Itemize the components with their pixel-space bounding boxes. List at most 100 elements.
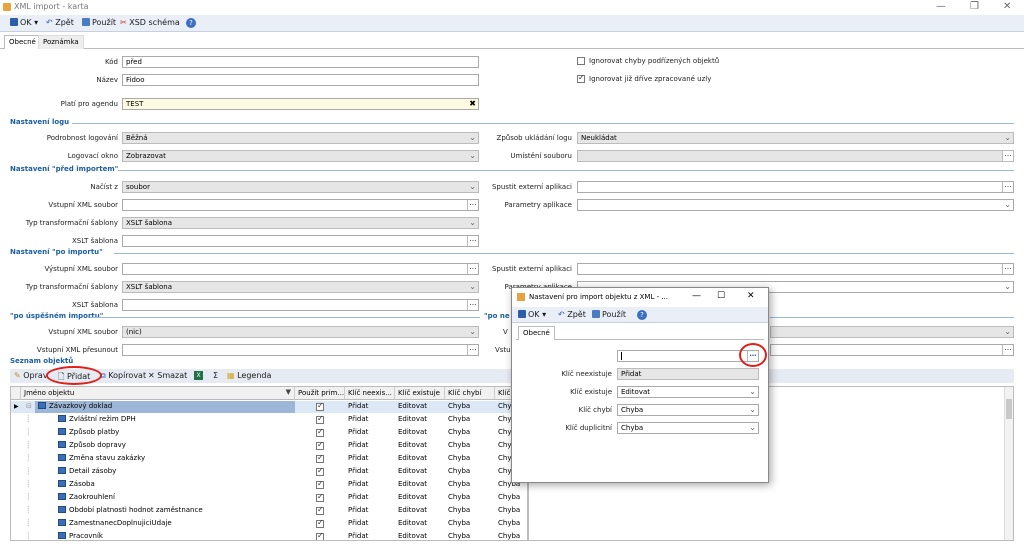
xslt-field[interactable]: … bbox=[122, 235, 479, 247]
ex-cell[interactable]: Editovat bbox=[395, 531, 445, 540]
col-header-ex[interactable]: Klíč existuje bbox=[395, 387, 445, 400]
browse-icon[interactable]: … bbox=[467, 264, 478, 274]
neex-cell[interactable]: Přidat bbox=[345, 466, 395, 478]
nacist-select[interactable]: soubor ⌄ bbox=[122, 181, 479, 193]
dup-cell[interactable]: Chyba bbox=[495, 531, 527, 540]
scroll-thumb[interactable] bbox=[1006, 399, 1012, 419]
okno-select[interactable]: Zobrazovat ⌄ bbox=[122, 150, 479, 162]
chybi-cell[interactable]: Chyba bbox=[445, 479, 495, 491]
chybi-cell[interactable]: Chyba bbox=[445, 401, 495, 413]
presunout-field[interactable]: … bbox=[122, 344, 479, 356]
chybi-cell[interactable]: Chyba bbox=[445, 518, 495, 530]
table-row[interactable]: ┊PracovníkPřidatEditovatChybaChyba bbox=[11, 531, 527, 540]
typ-select[interactable]: XSLT šablona ⌄ bbox=[122, 217, 479, 229]
dup-cell[interactable]: Chyba bbox=[495, 492, 527, 504]
uspesny-vstupni-select[interactable]: (nic) ⌄ bbox=[122, 326, 479, 338]
chybi-select[interactable]: Chyba ⌄ bbox=[617, 404, 759, 416]
table-row[interactable]: ┊Způsob platbyPřidatEditovatChybaChyba bbox=[11, 427, 527, 439]
ex-cell[interactable]: Editovat bbox=[395, 518, 445, 530]
objekt-field[interactable]: … bbox=[617, 350, 759, 362]
ex-cell[interactable]: Editovat bbox=[395, 414, 445, 426]
neex-field[interactable]: Přidat bbox=[617, 368, 759, 380]
ex-cell[interactable]: Editovat bbox=[395, 492, 445, 504]
podrobnost-select[interactable]: Běžná ⌄ bbox=[122, 132, 479, 144]
object-name-cell[interactable]: Způsob dopravy bbox=[55, 440, 295, 452]
filter-icon[interactable]: ▼ bbox=[286, 388, 291, 396]
vstupni-field[interactable]: … bbox=[122, 199, 479, 211]
po-xslt-field[interactable]: … bbox=[122, 299, 479, 311]
use-checkbox-cell[interactable] bbox=[295, 479, 345, 491]
dup-cell[interactable]: Chyba bbox=[495, 505, 527, 517]
use-checkbox[interactable] bbox=[316, 453, 324, 463]
nazev-field[interactable]: Fidoo bbox=[122, 74, 479, 86]
use-checkbox-cell[interactable] bbox=[295, 492, 345, 504]
chybi-cell[interactable]: Chyba bbox=[445, 466, 495, 478]
sum-button[interactable]: Σ bbox=[213, 371, 218, 380]
browse-icon[interactable]: … bbox=[467, 236, 478, 246]
col-header-pouzit[interactable]: Použít prim... bbox=[295, 387, 345, 400]
ex-cell[interactable]: Editovat bbox=[395, 440, 445, 452]
excel-icon[interactable]: X bbox=[194, 371, 203, 380]
table-row[interactable]: ┊ZaokrouhleníPřidatEditovatChybaChyba bbox=[11, 492, 527, 504]
ok-button[interactable]: OK ▾ bbox=[10, 18, 38, 27]
vystupni-field[interactable]: … bbox=[122, 263, 479, 275]
neuspesny-field[interactable]: … bbox=[770, 344, 1014, 356]
browse-icon[interactable]: … bbox=[467, 300, 478, 310]
help-icon[interactable]: ? bbox=[186, 18, 196, 28]
legenda-button[interactable]: ▦ Legenda bbox=[227, 371, 271, 380]
use-checkbox[interactable] bbox=[316, 427, 324, 437]
object-name-cell[interactable]: Pracovník bbox=[55, 531, 295, 540]
umisteni-field[interactable]: … bbox=[577, 150, 1014, 162]
smazat-button[interactable]: ✕ Smazat bbox=[148, 371, 187, 380]
dialog-pouzit-button[interactable]: Použít bbox=[592, 310, 626, 319]
grid-scrollbar[interactable] bbox=[1004, 387, 1013, 540]
dialog-close-button[interactable]: ✕ bbox=[747, 291, 755, 301]
neex-cell[interactable]: Přidat bbox=[345, 492, 395, 504]
use-checkbox-cell[interactable] bbox=[295, 440, 345, 452]
neex-cell[interactable]: Přidat bbox=[345, 440, 395, 452]
browse-icon[interactable]: … bbox=[1002, 182, 1013, 192]
zpusob-select[interactable]: Neukládat ⌄ bbox=[577, 132, 1014, 144]
dialog-tab-obecne[interactable]: Obecné bbox=[518, 326, 555, 340]
object-name-cell[interactable]: Období platnosti hodnot zaměstnance bbox=[55, 505, 295, 517]
dialog-max-button[interactable]: ☐ bbox=[717, 291, 725, 301]
table-row[interactable]: ┊ZásobaPřidatEditovatChybaChyba bbox=[11, 479, 527, 491]
ex-cell[interactable]: Editovat bbox=[395, 427, 445, 439]
use-checkbox[interactable] bbox=[316, 505, 324, 515]
neex-cell[interactable]: Přidat bbox=[345, 479, 395, 491]
ex-select[interactable]: Editovat ⌄ bbox=[617, 386, 759, 398]
object-name-cell[interactable]: Zásoba bbox=[55, 479, 295, 491]
object-name-cell[interactable]: Závazkový doklad bbox=[35, 401, 295, 413]
dialog-min-button[interactable]: — bbox=[692, 291, 701, 301]
browse-icon[interactable]: … bbox=[1002, 151, 1013, 161]
ex-cell[interactable]: Editovat bbox=[395, 453, 445, 465]
neex-cell[interactable]: Přidat bbox=[345, 531, 395, 540]
neex-cell[interactable]: Přidat bbox=[345, 518, 395, 530]
use-checkbox[interactable] bbox=[316, 479, 324, 489]
ex-cell[interactable]: Editovat bbox=[395, 466, 445, 478]
use-checkbox[interactable] bbox=[316, 414, 324, 424]
use-checkbox-cell[interactable] bbox=[295, 518, 345, 530]
use-checkbox-cell[interactable] bbox=[295, 466, 345, 478]
neex-cell[interactable]: Přidat bbox=[345, 414, 395, 426]
object-name-cell[interactable]: Změna stavu zakázky bbox=[55, 453, 295, 465]
use-checkbox-cell[interactable] bbox=[295, 401, 345, 413]
neex-cell[interactable]: Přidat bbox=[345, 401, 395, 413]
object-name-cell[interactable]: Detail zásoby bbox=[55, 466, 295, 478]
dup-cell[interactable]: Chyba bbox=[495, 518, 527, 530]
col-header-chybi[interactable]: Klíč chybí bbox=[445, 387, 495, 400]
tab-obecne[interactable]: Obecné bbox=[4, 35, 41, 49]
pouzit-button[interactable]: Použít bbox=[82, 18, 116, 27]
use-checkbox-cell[interactable] bbox=[295, 414, 345, 426]
chybi-cell[interactable]: Chyba bbox=[445, 414, 495, 426]
chybi-cell[interactable]: Chyba bbox=[445, 427, 495, 439]
ex-cell[interactable]: Editovat bbox=[395, 505, 445, 517]
use-checkbox[interactable] bbox=[316, 466, 324, 476]
agenda-field[interactable]: TEST ✖ bbox=[122, 98, 479, 110]
table-row[interactable]: ┊ ZamestnanecDoplnujiciUdaje PřidatEditova… bbox=[11, 518, 527, 530]
close-button[interactable]: ✕ bbox=[1003, 1, 1011, 12]
neuspesny-select[interactable]: ⌄ bbox=[770, 326, 1014, 338]
dialog-ok-button[interactable]: OK ▾ bbox=[518, 310, 546, 319]
param-select[interactable]: ⌄ bbox=[577, 199, 1014, 211]
chybi-cell[interactable]: Chyba bbox=[445, 505, 495, 517]
